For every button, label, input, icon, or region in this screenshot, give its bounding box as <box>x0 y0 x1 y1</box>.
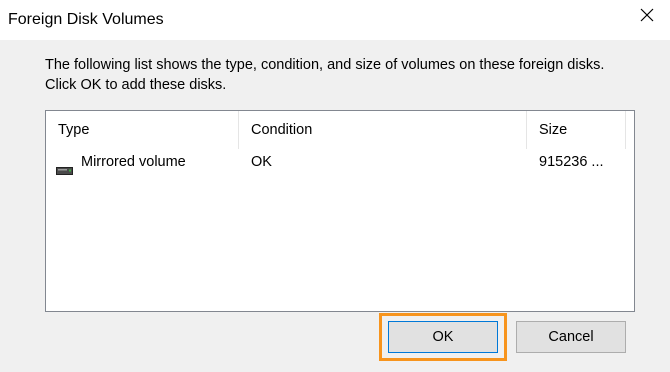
close-icon <box>639 7 655 28</box>
description-text: The following list shows the type, condi… <box>45 57 605 93</box>
cancel-button[interactable]: Cancel <box>516 321 626 353</box>
column-header-type[interactable]: Type <box>46 111 239 149</box>
column-header-condition[interactable]: Condition <box>239 111 527 149</box>
cell-type: Mirrored volume <box>46 149 239 175</box>
list-item[interactable]: Mirrored volume OK 915236 ... <box>46 149 634 175</box>
window-title: Foreign Disk Volumes <box>8 11 164 28</box>
volume-size: 915236 ... <box>539 154 604 170</box>
ok-button[interactable]: OK <box>388 321 498 353</box>
volumes-list[interactable]: Type Condition Size Mirrored volume OK 9… <box>45 110 635 312</box>
volume-type: Mirrored volume <box>81 154 186 170</box>
list-header: Type Condition Size <box>46 111 634 149</box>
close-button[interactable] <box>624 0 670 34</box>
foreign-disk-volumes-dialog: Foreign Disk Volumes The following list … <box>0 0 670 372</box>
volume-condition: OK <box>251 154 272 170</box>
title-bar: Foreign Disk Volumes <box>0 0 670 40</box>
disk-volume-icon <box>56 158 73 175</box>
column-header-size[interactable]: Size <box>527 111 626 149</box>
